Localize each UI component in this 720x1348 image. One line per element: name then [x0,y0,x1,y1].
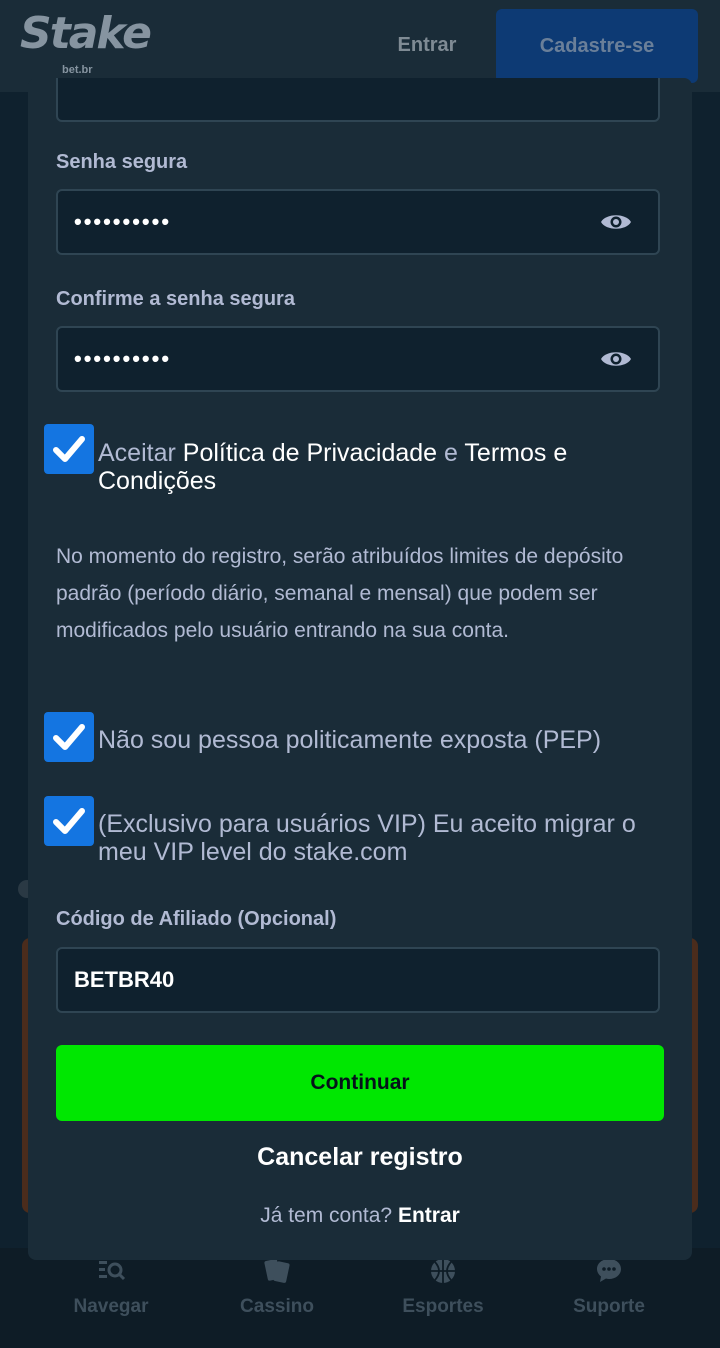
pep-checkbox[interactable] [44,712,94,762]
nav-label: Navegar [73,1296,149,1317]
nav-item-sports[interactable]: Esportes [360,1256,526,1318]
confirm-password-label: Confirme a senha segura [56,288,295,310]
logo-subtitle: bet.br [62,64,93,76]
header-login-button[interactable]: Entrar [380,22,474,68]
nav-item-support[interactable]: Suporte [526,1256,692,1318]
affiliate-code-label: Código de Afiliado (Opcional) [56,908,337,930]
eye-icon[interactable] [600,211,632,233]
stake-logo[interactable]: Stake [20,12,152,56]
nav-item-browse[interactable]: Navegar [28,1256,194,1318]
bottom-navigation: Navegar Cassino Esportes Suporte [0,1248,720,1348]
confirm-password-value: •••••••••• [74,346,172,371]
chat-bubble-icon [526,1256,692,1286]
header-signup-button[interactable]: Cadastre-se [496,9,698,83]
previous-input-field[interactable] [56,78,660,122]
affiliate-code-input[interactable]: BETBR40 [56,947,660,1013]
casino-cards-icon [194,1256,360,1286]
privacy-policy-link[interactable]: Política de Privacidade [183,439,437,467]
checkmark-icon [53,724,85,750]
continue-button[interactable]: Continuar [56,1045,664,1121]
password-label: Senha segura [56,151,188,173]
nav-item-casino[interactable]: Cassino [194,1256,360,1318]
eye-icon[interactable] [600,348,632,370]
checkmark-icon [53,436,85,462]
terms-prefix: Aceitar [98,439,183,467]
has-account-text: Já tem conta? [260,1204,393,1227]
sports-ball-icon [360,1256,526,1286]
browse-search-icon [28,1256,194,1286]
deposit-limits-info: No momento do registro, serão atribuídos… [56,545,624,642]
registration-modal: Senha segura •••••••••• Confirme a senha… [28,78,692,1260]
password-value: •••••••••• [74,209,172,234]
cancel-registration-button[interactable]: Cancelar registro [56,1136,664,1178]
terms-checkbox[interactable] [44,424,94,474]
affiliate-code-value: BETBR40 [74,967,175,992]
nav-label: Cassino [240,1296,314,1317]
checkmark-icon [53,808,85,834]
vip-migration-checkbox[interactable] [44,796,94,846]
nav-label: Suporte [573,1296,645,1317]
footer-login-link[interactable]: Entrar [398,1204,460,1227]
login-prompt: Já tem conta? Entrar [56,1204,664,1228]
terms-text: Aceitar Política de Privacidade e Termos… [98,439,658,495]
terms-conjunction: e [437,439,465,467]
password-input[interactable]: •••••••••• [56,189,660,255]
pep-label: Não sou pessoa politicamente exposta (PE… [98,726,602,754]
nav-label: Esportes [402,1296,484,1317]
vip-migration-label: (Exclusivo para usuários VIP) Eu aceito … [98,810,636,866]
confirm-password-input[interactable]: •••••••••• [56,326,660,392]
